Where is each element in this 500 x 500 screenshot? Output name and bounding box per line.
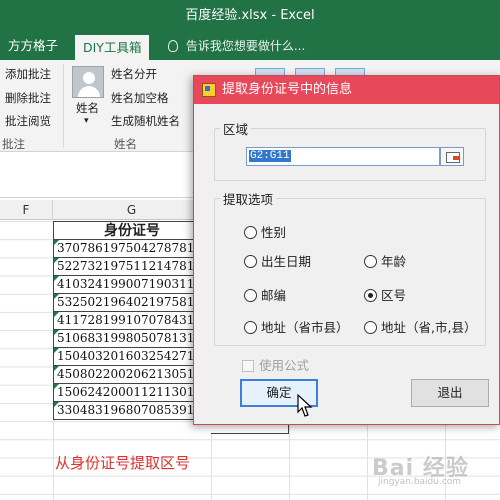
mouse-cursor-icon: [297, 394, 313, 417]
id-cell[interactable]: 330483196807085391: [53, 402, 211, 420]
id-cell[interactable]: 450802200206213051: [53, 366, 211, 384]
window-title: 百度经验.xlsx - Excel: [185, 8, 315, 23]
column-header-g[interactable]: G: [53, 200, 211, 220]
radio-selected-icon[interactable]: [364, 289, 377, 302]
baidu-watermark-url: jingyan.baidu.com: [378, 477, 462, 487]
view-comments-button[interactable]: 批注阅览: [5, 113, 51, 129]
radio-icon[interactable]: [244, 255, 257, 268]
radio-icon[interactable]: [244, 321, 257, 334]
split-name-button[interactable]: 姓名分开: [111, 66, 157, 82]
option-address-1[interactable]: 地址（省市县）: [244, 317, 349, 336]
window-title-bar: 百度经验.xlsx - Excel: [0, 0, 500, 32]
dialog-title-bar[interactable]: 提取身份证号中的信息: [194, 76, 499, 104]
tab-fangfang[interactable]: 方方格子: [0, 32, 66, 60]
id-cell[interactable]: 510683199805078131: [53, 330, 211, 348]
person-avatar-icon: [72, 66, 104, 98]
tell-me-search[interactable]: 告诉我您想要做什么...: [168, 32, 305, 60]
column-header-f[interactable]: F: [0, 200, 53, 220]
id-cell[interactable]: 532502196402197581: [53, 294, 211, 312]
add-comment-button[interactable]: 添加批注: [5, 66, 51, 82]
option-age[interactable]: 年龄: [364, 251, 406, 270]
radio-icon[interactable]: [364, 321, 377, 334]
lightbulb-icon: [168, 40, 178, 52]
id-cell[interactable]: 150624200011211301: [53, 384, 211, 402]
ribbon-tabs: 方方格子 DIY工具箱 告诉我您想要做什么...: [0, 32, 500, 60]
checkbox-icon[interactable]: [242, 360, 254, 372]
id-cell[interactable]: 522732197511214781: [53, 258, 211, 276]
range-input[interactable]: G2:G11: [246, 147, 440, 166]
name-group-label: 姓名: [114, 137, 137, 151]
option-address-2[interactable]: 地址（省,市,县）: [364, 317, 476, 336]
radio-icon[interactable]: [364, 255, 377, 268]
tab-diy-toolbox[interactable]: DIY工具箱: [75, 35, 150, 60]
name-add-space-button[interactable]: 姓名加空格: [111, 90, 169, 106]
dialog-title: 提取身份证号中的信息: [222, 82, 353, 97]
exit-button[interactable]: 退出: [411, 379, 489, 407]
comment-group-label: 批注: [2, 137, 25, 151]
tell-me-text: 告诉我您想要做什么...: [185, 39, 306, 53]
random-name-button[interactable]: 生成随机姓名: [111, 113, 180, 129]
range-select-icon[interactable]: [440, 147, 464, 166]
id-column-header-cell[interactable]: 身份证号: [53, 221, 211, 240]
extract-id-info-dialog: 提取身份证号中的信息 区域 G2:G11 提取选项 性别 出生日期 年龄 邮编 …: [193, 75, 500, 425]
ribbon-separator: [63, 64, 64, 148]
caption-text: 从身份证号提取区号: [55, 454, 191, 472]
option-postcode[interactable]: 邮编: [244, 285, 286, 304]
radio-icon[interactable]: [244, 289, 257, 302]
region-label: 区域: [220, 119, 252, 138]
options-label: 提取选项: [220, 189, 277, 208]
id-cell[interactable]: 411728199107078431: [53, 312, 211, 330]
delete-comment-button[interactable]: 删除批注: [5, 90, 51, 106]
chevron-down-icon[interactable]: ▾: [84, 116, 89, 126]
radio-icon[interactable]: [244, 226, 257, 239]
use-formula-checkbox[interactable]: 使用公式: [242, 355, 309, 374]
app-icon: [202, 83, 216, 97]
id-cell[interactable]: 150403201603254271: [53, 348, 211, 366]
option-birthdate[interactable]: 出生日期: [244, 251, 311, 270]
id-cell[interactable]: 410324199007190311: [53, 276, 211, 294]
option-gender[interactable]: 性别: [244, 222, 286, 241]
option-area-code[interactable]: 区号: [364, 285, 406, 304]
name-big-button[interactable]: 姓名: [76, 100, 99, 116]
id-cell[interactable]: 370786197504278781: [53, 240, 211, 258]
